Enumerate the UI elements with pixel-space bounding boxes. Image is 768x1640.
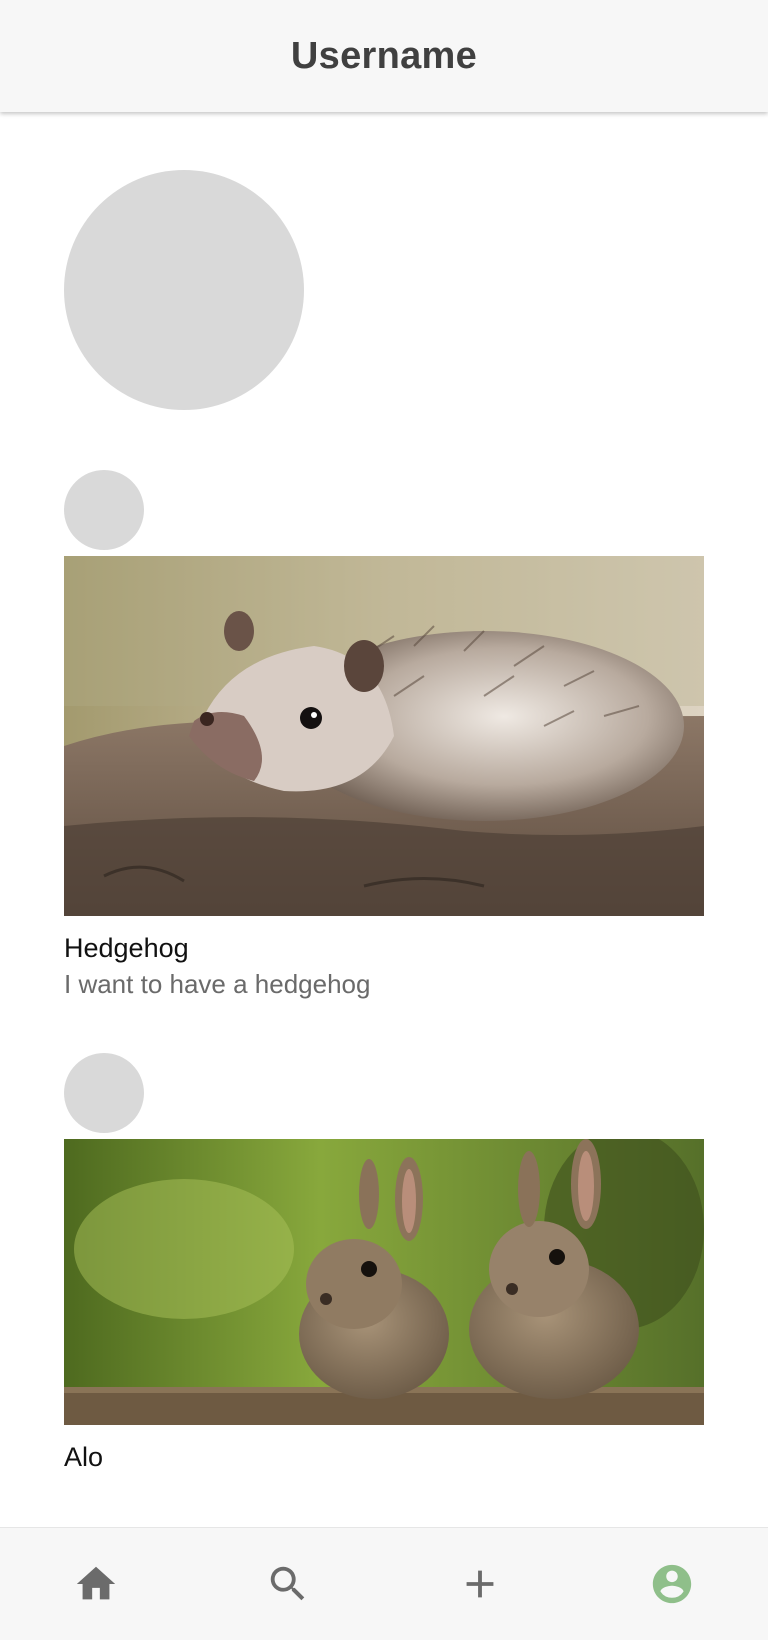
- add-icon: [466, 1570, 494, 1598]
- account-icon: [652, 1564, 692, 1604]
- post-image-hedgehog[interactable]: [64, 556, 704, 916]
- post-title: Alo: [64, 1442, 104, 1472]
- nav-home[interactable]: [48, 1536, 144, 1632]
- nav-add[interactable]: [432, 1536, 528, 1632]
- profile-avatar[interactable]: [64, 170, 304, 410]
- post-author-avatar[interactable]: [64, 1053, 144, 1133]
- bottom-navigation: [0, 1527, 768, 1640]
- search-icon: [270, 1566, 305, 1601]
- hedgehog-photo: [64, 556, 704, 916]
- post-card[interactable]: Hedgehog I want to have a hedgehog: [64, 470, 704, 1000]
- post-description: I want to have a hedgehog: [64, 969, 371, 999]
- post-author-avatar[interactable]: [64, 470, 144, 550]
- page-title: Username: [290, 34, 478, 77]
- home-icon: [76, 1566, 116, 1600]
- post-title: Hedgehog: [64, 933, 189, 963]
- profile-feed[interactable]: Hedgehog I want to have a hedgehog Alo: [0, 112, 768, 1527]
- app-bar: Username: [0, 0, 768, 112]
- nav-account[interactable]: [624, 1536, 720, 1632]
- post-image-rabbits[interactable]: [64, 1139, 704, 1425]
- rabbits-photo: [64, 1139, 704, 1425]
- nav-search[interactable]: [240, 1536, 336, 1632]
- post-card[interactable]: Alo: [64, 1053, 704, 1473]
